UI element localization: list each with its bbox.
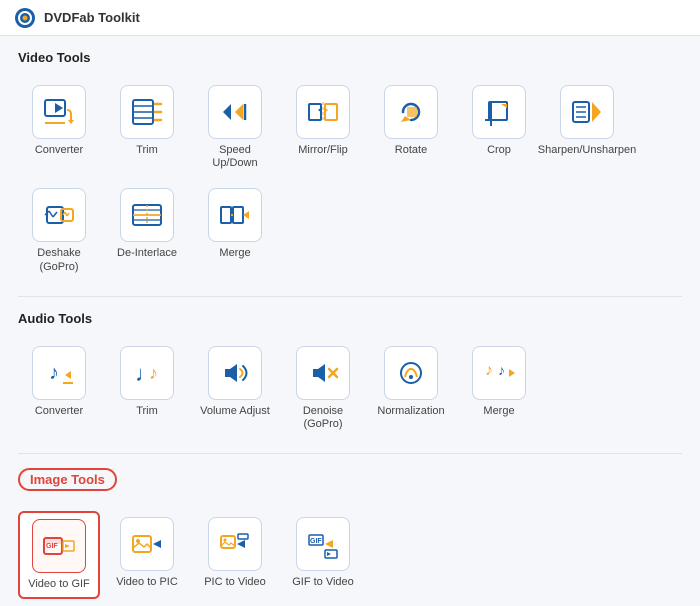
tool-audio-trim-icon-box: ♩ ♪ bbox=[120, 346, 174, 400]
tool-pic-to-video-label: PIC to Video bbox=[204, 576, 266, 589]
main-content: Video Tools Converter bbox=[0, 36, 700, 606]
tool-merge-video[interactable]: Merge bbox=[194, 182, 276, 279]
tool-gif-to-video-icon-box: GIF bbox=[296, 517, 350, 571]
tool-normalization-icon-box bbox=[384, 346, 438, 400]
tool-crop-icon-box bbox=[472, 85, 526, 139]
tool-audio-trim-label: Trim bbox=[136, 405, 158, 418]
audio-tools-grid: ♪ Converter ♩ ♪ Trim bbox=[18, 340, 682, 437]
tool-audio-converter-label: Converter bbox=[35, 405, 83, 418]
tool-trim-label: Trim bbox=[136, 144, 158, 157]
tool-speed[interactable]: Speed Up/Down bbox=[194, 79, 276, 176]
tool-merge-audio-icon-box: ♪ ♪ bbox=[472, 346, 526, 400]
tool-deinterlace-icon-box bbox=[120, 188, 174, 242]
tool-deinterlace[interactable]: De-Interlace bbox=[106, 182, 188, 279]
tool-gif-to-video-label: GIF to Video bbox=[292, 576, 354, 589]
app-container: DVDFab Toolkit Video Tools bbox=[0, 0, 700, 606]
svg-text:♪: ♪ bbox=[485, 362, 493, 379]
tool-crop-label: Crop bbox=[487, 144, 511, 157]
tool-trim-icon-box bbox=[120, 85, 174, 139]
tool-volume-icon-box bbox=[208, 346, 262, 400]
tool-video-to-pic-icon-box bbox=[120, 517, 174, 571]
divider-2 bbox=[18, 453, 682, 454]
tool-normalization-label: Normalization bbox=[377, 405, 444, 418]
tool-deinterlace-label: De-Interlace bbox=[117, 247, 177, 260]
tool-speed-label: Speed Up/Down bbox=[198, 144, 272, 170]
tool-denoise[interactable]: Denoise (GoPro) bbox=[282, 340, 364, 437]
tool-pic-to-video[interactable]: PIC to Video bbox=[194, 511, 276, 599]
app-title: DVDFab Toolkit bbox=[44, 10, 140, 25]
tool-mirror[interactable]: Mirror/Flip bbox=[282, 79, 364, 176]
app-logo-icon bbox=[14, 7, 36, 29]
tool-deshake[interactable]: Deshake (GoPro) bbox=[18, 182, 100, 279]
tool-sharpen-icon-box bbox=[560, 85, 614, 139]
tool-converter-label: Converter bbox=[35, 144, 83, 157]
tool-audio-converter[interactable]: ♪ Converter bbox=[18, 340, 100, 437]
tool-volume[interactable]: Volume Adjust bbox=[194, 340, 276, 437]
tool-deshake-label: Deshake (GoPro) bbox=[22, 247, 96, 273]
svg-text:♪: ♪ bbox=[149, 363, 158, 383]
svg-text:GIF: GIF bbox=[46, 543, 58, 550]
tool-normalization[interactable]: Normalization bbox=[370, 340, 452, 437]
video-tools-section: Video Tools Converter bbox=[18, 50, 682, 280]
divider-1 bbox=[18, 296, 682, 297]
app-header: DVDFab Toolkit bbox=[0, 0, 700, 36]
tool-converter-icon-box bbox=[32, 85, 86, 139]
tool-rotate-icon-box bbox=[384, 85, 438, 139]
tool-merge-video-label: Merge bbox=[219, 247, 250, 260]
tool-denoise-label: Denoise (GoPro) bbox=[286, 405, 360, 431]
tool-pic-to-video-icon-box bbox=[208, 517, 262, 571]
svg-text:♪: ♪ bbox=[498, 362, 505, 378]
tool-crop[interactable]: Crop bbox=[458, 79, 540, 176]
tool-audio-converter-icon-box: ♪ bbox=[32, 346, 86, 400]
tool-rotate-label: Rotate bbox=[395, 144, 427, 157]
svg-text:GIF: GIF bbox=[310, 538, 322, 545]
tool-gif-to-video[interactable]: GIF GIF to Video bbox=[282, 511, 364, 599]
tool-denoise-icon-box bbox=[296, 346, 350, 400]
image-tools-title: Image Tools bbox=[18, 468, 117, 491]
tool-trim[interactable]: Trim bbox=[106, 79, 188, 176]
tool-volume-label: Volume Adjust bbox=[200, 405, 270, 418]
audio-tools-title: Audio Tools bbox=[18, 311, 682, 330]
svg-text:♪: ♪ bbox=[49, 362, 59, 384]
tool-mirror-label: Mirror/Flip bbox=[298, 144, 348, 157]
tool-mirror-icon-box bbox=[296, 85, 350, 139]
tool-merge-audio[interactable]: ♪ ♪ Merge bbox=[458, 340, 540, 437]
tool-sharpen[interactable]: Sharpen/Unsharpen bbox=[546, 79, 628, 176]
tool-sharpen-label: Sharpen/Unsharpen bbox=[538, 144, 636, 157]
tool-audio-trim[interactable]: ♩ ♪ Trim bbox=[106, 340, 188, 437]
audio-tools-section: Audio Tools ♪ Converter bbox=[18, 311, 682, 437]
image-tools-section: Image Tools GIF Video to GIF bbox=[18, 468, 682, 599]
tool-video-to-gif[interactable]: GIF Video to GIF bbox=[18, 511, 100, 599]
tool-video-to-gif-icon-box: GIF bbox=[32, 519, 86, 573]
tool-merge-audio-label: Merge bbox=[483, 405, 514, 418]
tool-video-to-pic[interactable]: Video to PIC bbox=[106, 511, 188, 599]
tool-converter[interactable]: Converter bbox=[18, 79, 100, 176]
tool-video-to-pic-label: Video to PIC bbox=[116, 576, 178, 589]
tool-rotate[interactable]: Rotate bbox=[370, 79, 452, 176]
image-tools-grid: GIF Video to GIF bbox=[18, 511, 682, 599]
tool-video-to-gif-label: Video to GIF bbox=[28, 578, 90, 591]
video-tools-title: Video Tools bbox=[18, 50, 682, 69]
tool-merge-video-icon-box bbox=[208, 188, 262, 242]
video-tools-grid: Converter bbox=[18, 79, 682, 280]
tool-deshake-icon-box bbox=[32, 188, 86, 242]
tool-speed-icon-box bbox=[208, 85, 262, 139]
